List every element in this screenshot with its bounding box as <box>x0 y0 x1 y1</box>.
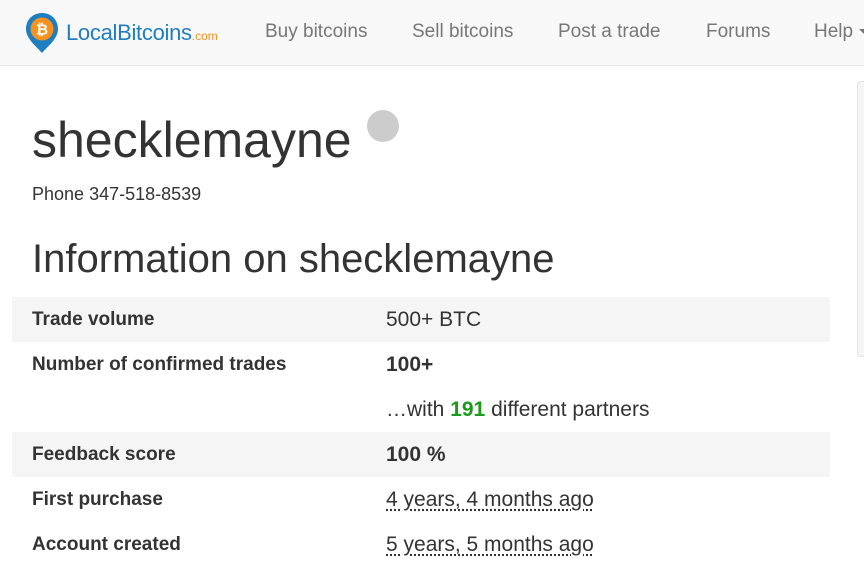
profile-phone: Phone 347-518-8539 <box>32 183 201 205</box>
brand-logo-link[interactable]: ₿ LocalBitcoins.com <box>24 11 218 55</box>
side-panel <box>857 81 864 357</box>
bitcoin-map-pin-icon: ₿ <box>26 13 58 53</box>
row-label-account-created: Account created <box>32 534 181 555</box>
chevron-down-icon <box>859 29 864 35</box>
nav-sell-bitcoins[interactable]: Sell bitcoins <box>412 20 513 44</box>
row-value-trade-volume: 500+ BTC <box>386 308 482 331</box>
online-status-indicator <box>367 110 399 142</box>
brand-name: LocalBitcoins.com <box>66 20 218 45</box>
nav-help-dropdown[interactable]: Help <box>814 20 864 44</box>
svg-text:₿: ₿ <box>36 21 48 39</box>
row-label-confirmed-trades: Number of confirmed trades <box>32 354 287 375</box>
phone-number: 347-518-8539 <box>89 184 202 204</box>
row-value-partners: …with 191 different partners <box>386 387 649 432</box>
profile-username: shecklemayne <box>32 112 352 168</box>
nav-buy-bitcoins[interactable]: Buy bitcoins <box>265 20 367 44</box>
table-row: Number of confirmed trades 100+ <box>12 342 830 387</box>
top-navbar: ₿ LocalBitcoins.com Buy bitcoins Sell bi… <box>0 0 864 66</box>
row-value-first-purchase[interactable]: 4 years, 4 months ago <box>386 477 594 522</box>
info-table: Trade volume 500+ BTC Number of confirme… <box>12 297 830 567</box>
partners-suffix: different partners <box>491 398 650 421</box>
table-row: Account created 5 years, 5 months ago <box>12 522 830 567</box>
row-label-trade-volume: Trade volume <box>32 309 155 330</box>
table-row: First purchase 4 years, 4 months ago <box>12 477 830 522</box>
info-heading: Information on shecklemayne <box>32 237 555 281</box>
row-value-feedback-score: 100 % <box>386 443 446 466</box>
table-row: Trade volume 500+ BTC <box>12 297 830 342</box>
row-label-first-purchase: First purchase <box>32 489 163 510</box>
row-value-confirmed-trades: 100+ <box>386 353 434 376</box>
phone-label: Phone <box>32 184 85 204</box>
nav-post-a-trade[interactable]: Post a trade <box>558 20 660 44</box>
row-value-account-created[interactable]: 5 years, 5 months ago <box>386 522 594 567</box>
nav-help-label: Help <box>814 21 854 42</box>
table-row: …with 191 different partners <box>12 387 830 432</box>
row-label-feedback-score: Feedback score <box>32 444 176 465</box>
nav-forums[interactable]: Forums <box>706 20 770 44</box>
partners-prefix: …with <box>386 398 445 421</box>
partners-count: 191 <box>450 398 486 421</box>
table-row: Feedback score 100 % <box>12 432 830 477</box>
